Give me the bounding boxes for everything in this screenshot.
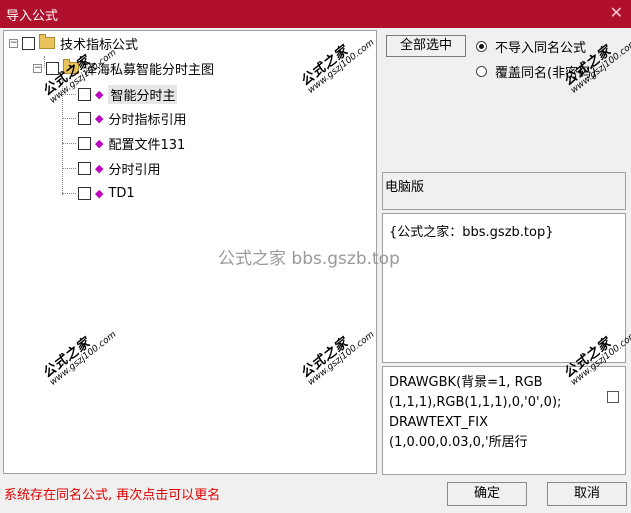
- code-line: DRAWTEXT_FIX: [389, 415, 489, 430]
- formula-gem-icon: ◆: [95, 161, 104, 175]
- checkbox[interactable]: [78, 136, 91, 150]
- collapse-icon[interactable]: −: [33, 63, 42, 73]
- tree-item[interactable]: ◆ TD1: [78, 183, 135, 203]
- version-label: 电脑版: [385, 180, 425, 195]
- code-line: (1,1,1),RGB(1,1,1),0,'0',0);: [389, 395, 562, 410]
- radio-no-import-label: 不导入同名公式: [495, 41, 587, 56]
- window-title: 导入公式: [6, 9, 59, 24]
- close-icon[interactable]: ✕: [610, 3, 623, 22]
- radio-no-import[interactable]: 不导入同名公式: [476, 37, 586, 56]
- formula-gem-icon: ◆: [95, 111, 104, 125]
- checkbox[interactable]: [78, 161, 91, 175]
- tree-item-label: 配置文件131: [108, 137, 186, 153]
- checkbox[interactable]: [46, 61, 59, 75]
- select-all-button[interactable]: 全部选中: [386, 35, 466, 57]
- folder-icon: [39, 34, 55, 49]
- cancel-button[interactable]: 取消: [547, 482, 627, 506]
- checkbox[interactable]: [78, 111, 91, 125]
- description-text: {公式之家：bbs.gszb.top}: [389, 225, 554, 240]
- tree-item-label: 分时引用: [108, 162, 161, 178]
- formula-gem-icon: ◆: [95, 87, 104, 101]
- collapse-icon[interactable]: −: [9, 38, 18, 48]
- tree-item[interactable]: ◆ 分时引用: [78, 158, 160, 178]
- checkbox[interactable]: [78, 87, 91, 101]
- center-watermark: 公式之家 bbs.gszb.top: [218, 249, 400, 269]
- formula-gem-icon: ◆: [95, 136, 104, 150]
- ok-button[interactable]: 确定: [447, 482, 527, 506]
- code-line: (1,0.00,0.03,0,'所居行: [389, 435, 528, 450]
- radio-icon[interactable]: [476, 66, 487, 77]
- tree-item[interactable]: ◆ 配置文件131: [78, 133, 185, 153]
- tree-item-label: TD1: [108, 185, 135, 201]
- tree-item[interactable]: ◆ 智能分时主: [78, 84, 178, 104]
- checkbox[interactable]: [78, 186, 91, 200]
- tree-line: [62, 193, 76, 194]
- tree-line: [62, 143, 76, 144]
- checkbox[interactable]: [607, 391, 619, 403]
- formula-gem-icon: ◆: [95, 186, 104, 200]
- status-message: 系统存在同名公式, 再次点击可以更名: [4, 488, 221, 503]
- tree-line: [62, 118, 76, 119]
- checkbox[interactable]: [22, 36, 35, 50]
- tree-line: [62, 168, 76, 169]
- title-bar: 导入公式 ✕: [0, 0, 631, 28]
- tree-root[interactable]: − 技术指标公式: [9, 33, 138, 53]
- tree-item-label: 智能分时主: [108, 84, 178, 104]
- radio-selected-icon[interactable]: [476, 41, 487, 52]
- tree-item-label: 分时指标引用: [108, 112, 187, 128]
- tree-item[interactable]: ◆ 分时指标引用: [78, 108, 186, 128]
- code-line: DRAWGBK(背景=1, RGB: [389, 375, 543, 390]
